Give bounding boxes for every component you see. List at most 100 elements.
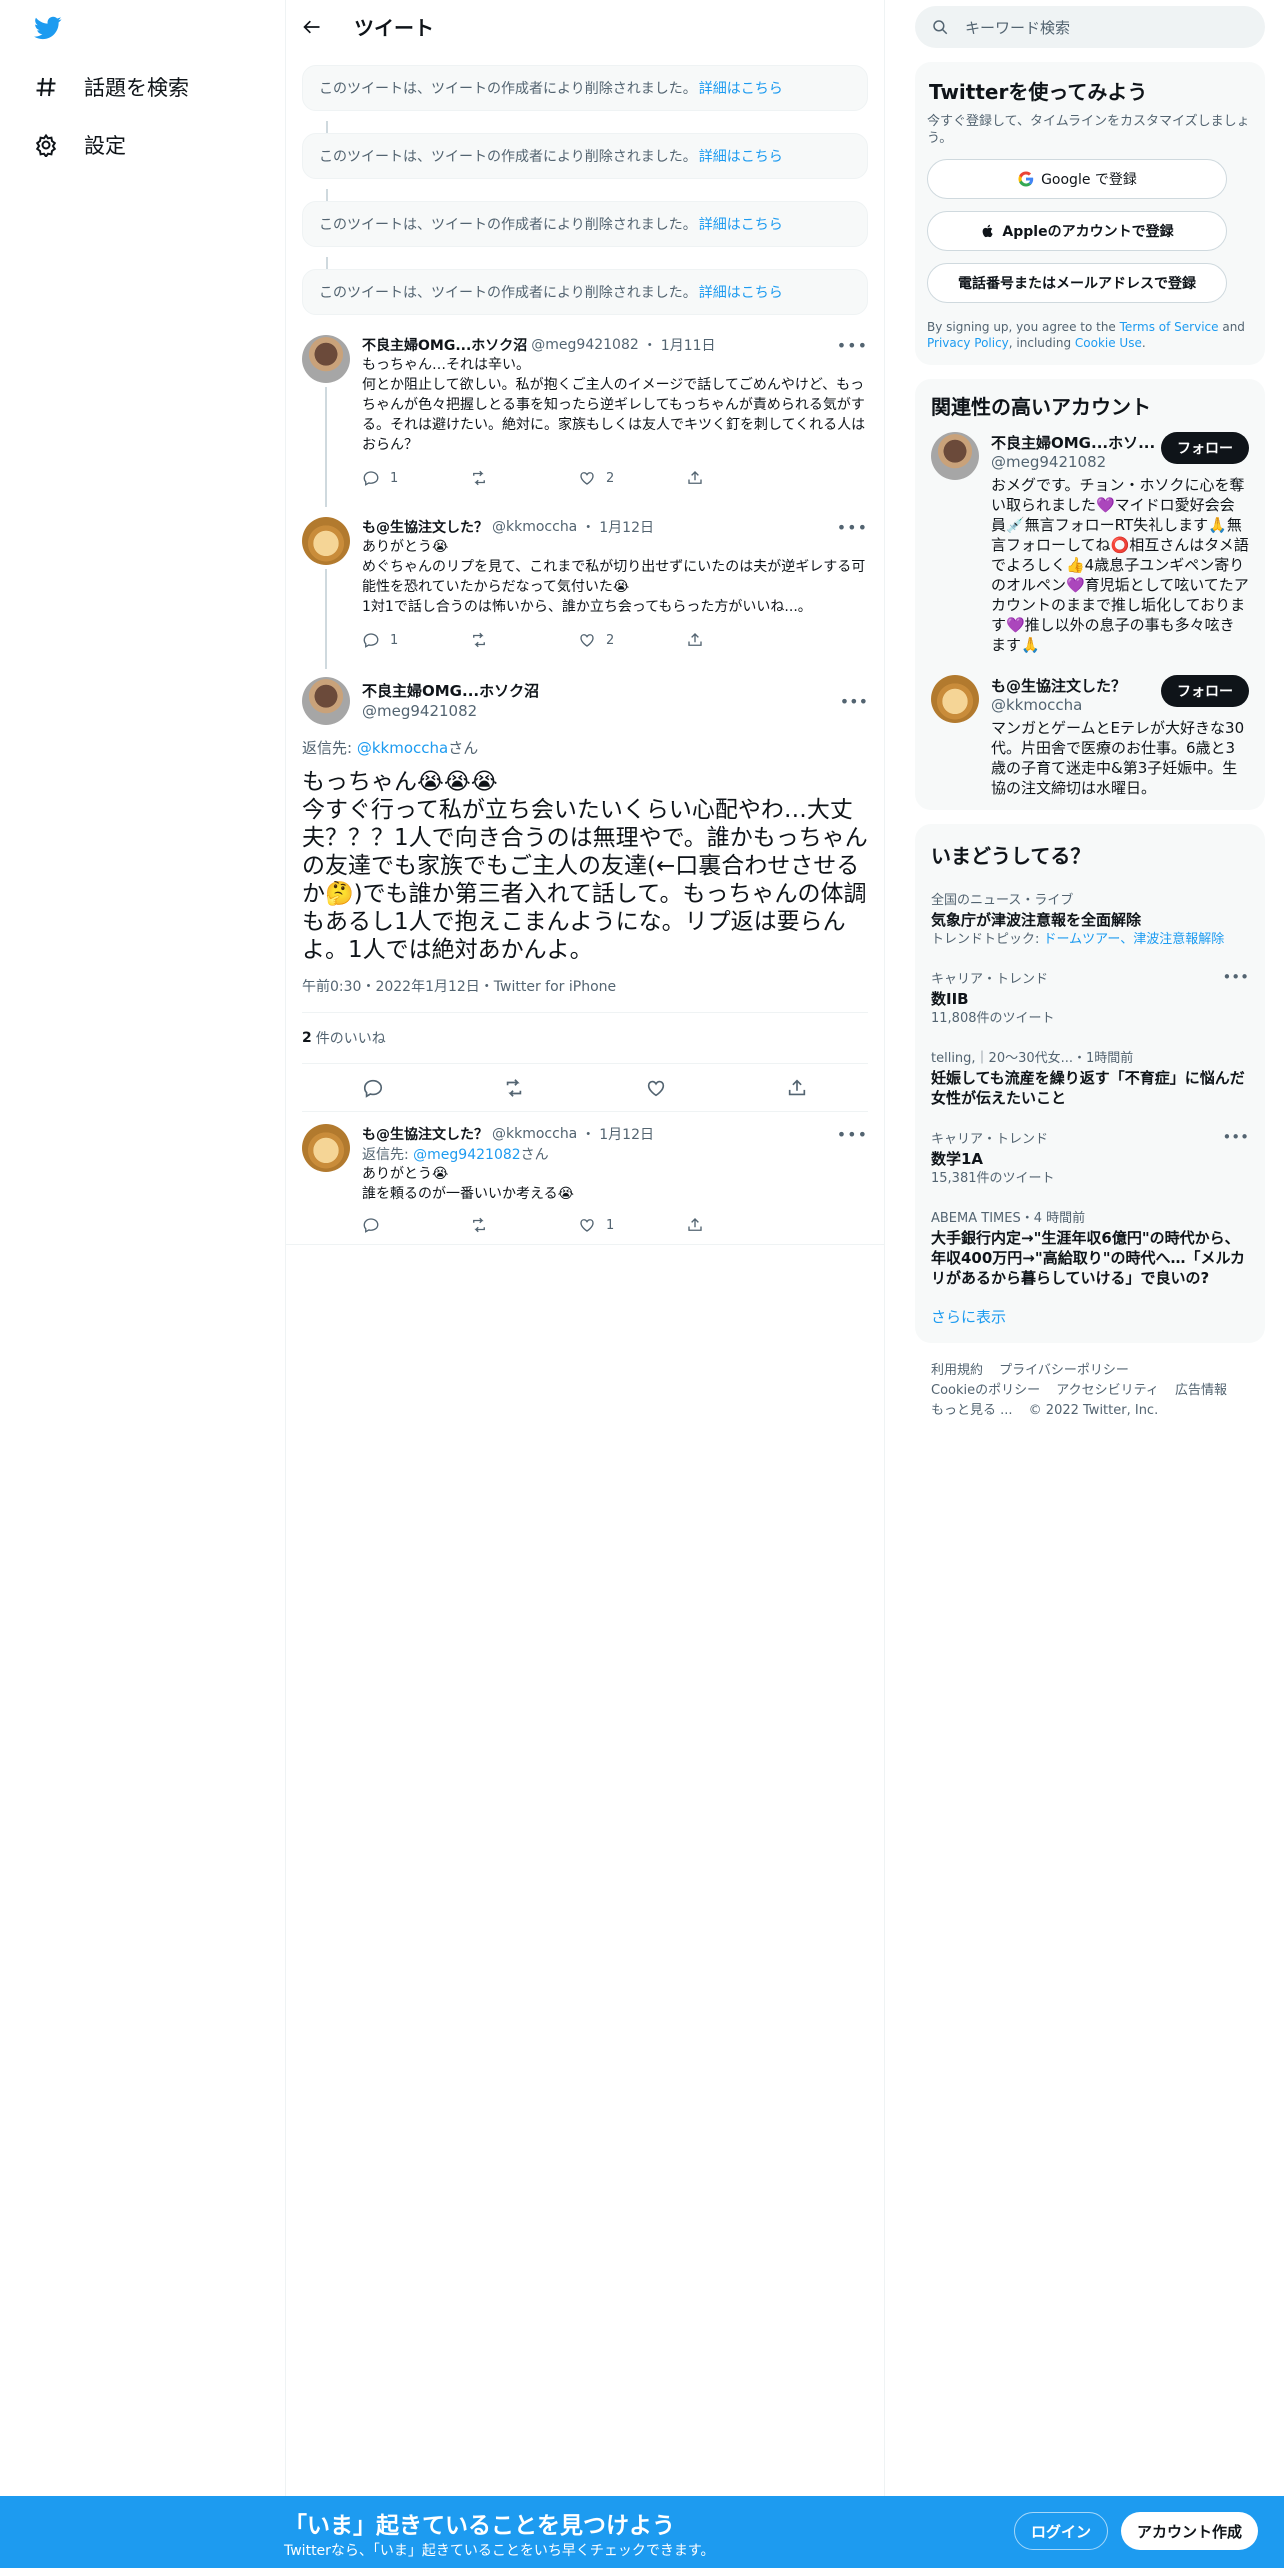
account-handle[interactable]: @meg9421082 xyxy=(991,453,1155,471)
like-button[interactable]: 2 xyxy=(578,631,686,649)
share-button[interactable] xyxy=(686,1216,794,1234)
trend-item[interactable]: 全国のニュース・ライブ 気象庁が津波注意報を全面解除 トレンドトピック: ドーム… xyxy=(915,869,1265,948)
replying-to: 返信先: @kkmocchaさん xyxy=(302,739,479,757)
reply-icon xyxy=(362,1216,380,1234)
login-button[interactable]: ログイン xyxy=(1014,2512,1109,2550)
tweet-author-name[interactable]: 不良主婦OMG...ホソク沼 xyxy=(362,681,539,701)
details-link[interactable]: 詳細はこちら xyxy=(699,78,783,98)
trend-title: 気象庁が津波注意報を全面解除 xyxy=(931,911,1142,929)
tweet-time[interactable]: 1月11日 xyxy=(661,335,716,355)
details-link[interactable]: 詳細はこちら xyxy=(699,146,783,166)
avatar[interactable] xyxy=(302,517,350,565)
thread-line xyxy=(325,569,327,669)
share-icon[interactable] xyxy=(786,1077,808,1099)
replying-to-link[interactable]: @kkmoccha xyxy=(357,739,448,757)
reply-button[interactable]: 1 xyxy=(362,631,470,649)
trend-item[interactable]: ABEMA TIMES・4 時間前 大手銀行内定→"生涯年収6億円"の時代から、… xyxy=(915,1187,1265,1288)
deleted-tweet-text: このツイートは、ツイートの作成者により削除されました。 xyxy=(319,285,697,301)
like-button[interactable]: 1 xyxy=(578,1216,686,1234)
details-link[interactable]: 詳細はこちら xyxy=(699,282,783,302)
avatar[interactable] xyxy=(302,1124,350,1172)
more-options-icon[interactable]: ••• xyxy=(1222,1128,1249,1146)
google-signup-button[interactable]: Google で登録 xyxy=(927,159,1227,199)
account-bio: おメグです。チョン・ホソクに心を奪い取られました💜マイドロ愛好会会員💉無言フォロ… xyxy=(991,476,1249,654)
follow-button[interactable]: フォロー xyxy=(1161,432,1249,464)
terms-link[interactable]: Terms of Service xyxy=(1120,320,1219,334)
share-button[interactable] xyxy=(686,631,794,649)
heart-icon[interactable] xyxy=(645,1077,667,1099)
replying-to-link[interactable]: @meg9421082 xyxy=(413,1147,521,1163)
footer-link[interactable]: アクセシビリティ xyxy=(1056,1383,1159,1398)
nav-settings[interactable]: 設定 xyxy=(34,125,126,165)
avatar[interactable] xyxy=(931,675,979,723)
reply-button[interactable]: 1 xyxy=(362,469,470,487)
retweet-button[interactable] xyxy=(470,631,578,649)
tweet-author-handle[interactable]: @kkmoccha xyxy=(492,519,577,535)
avatar[interactable] xyxy=(931,432,979,480)
trend-topic-link[interactable]: ドームツアー、津波注意報解除 xyxy=(1044,932,1225,947)
thread-tweet[interactable]: も@生協注文した？ @kkmoccha ・ 1月12日 ••• ありがとう😭 め… xyxy=(286,505,884,669)
search-input[interactable]: キーワード検索 xyxy=(965,17,1070,38)
reply-icon xyxy=(362,631,380,649)
trend-item[interactable]: telling,｜20～30代女...・1時間前 妊娠しても流産を繰り返す「不育… xyxy=(915,1027,1265,1108)
search-box[interactable]: キーワード検索 xyxy=(915,6,1265,48)
reply-icon[interactable] xyxy=(362,1077,384,1099)
tweet-author-name[interactable]: 不良主婦OMG...ホソク沼 xyxy=(362,335,527,355)
footer-link[interactable]: もっと見る ... xyxy=(931,1403,1013,1418)
thread-tweet[interactable]: 不良主婦OMG...ホソク沼 @meg9421082 ・ 1月11日 ••• も… xyxy=(286,323,884,507)
more-options-icon[interactable]: ••• xyxy=(837,1125,868,1144)
deleted-tweet: このツイートは、ツイートの作成者により削除されました。 詳細はこちら xyxy=(286,53,884,111)
more-options-icon[interactable]: ••• xyxy=(837,336,868,355)
tweet-author-handle[interactable]: @meg9421082 xyxy=(531,337,639,353)
show-more-link[interactable]: さらに表示 xyxy=(915,1288,1265,1337)
trend-item[interactable]: キャリア・トレンド 数IIB 11,808件のツイート ••• xyxy=(915,948,1265,1027)
share-button[interactable] xyxy=(686,469,794,487)
tweet-time[interactable]: 1月12日 xyxy=(599,1124,654,1144)
more-options-icon[interactable]: ••• xyxy=(837,518,868,537)
footer-link[interactable]: 広告情報 xyxy=(1175,1383,1227,1398)
create-account-button[interactable]: アカウント作成 xyxy=(1121,2512,1259,2550)
tweet-author-handle[interactable]: @meg9421082 xyxy=(362,701,539,721)
avatar[interactable] xyxy=(302,677,350,725)
related-account[interactable]: 不良主婦OMG...ホソ... @meg9421082 フォロー おメグです。チ… xyxy=(915,420,1265,655)
details-link[interactable]: 詳細はこちら xyxy=(699,214,783,234)
trend-item[interactable]: キャリア・トレンド 数学1A 15,381件のツイート ••• xyxy=(915,1108,1265,1187)
likes-summary[interactable]: 2 件のいいね xyxy=(302,1012,868,1064)
nav-explore[interactable]: 話題を検索 xyxy=(34,67,189,107)
phone-email-signup-button[interactable]: 電話番号またはメールアドレスで登録 xyxy=(927,263,1227,303)
back-arrow-icon[interactable] xyxy=(302,17,322,37)
more-options-icon[interactable]: ••• xyxy=(1222,968,1249,986)
deleted-tweet: このツイートは、ツイートの作成者により削除されました。 詳細はこちら xyxy=(286,201,884,247)
footer-link[interactable]: Cookieのポリシー xyxy=(931,1383,1040,1398)
reply-tweet[interactable]: も@生協注文した？ @kkmoccha ・ 1月12日 ••• 返信先: @me… xyxy=(286,1112,884,1245)
account-handle[interactable]: @kkmoccha xyxy=(991,696,1126,714)
like-button[interactable]: 2 xyxy=(578,469,686,487)
tweet-time[interactable]: 1月12日 xyxy=(599,517,654,537)
account-name[interactable]: も@生協注文した？ xyxy=(991,675,1126,696)
cookie-link[interactable]: Cookie Use xyxy=(1075,336,1142,350)
related-title: 関連性の高いアカウント xyxy=(931,395,1151,419)
like-count: 1 xyxy=(606,1217,615,1233)
tweet-author-handle[interactable]: @kkmoccha xyxy=(492,1126,577,1142)
retweet-icon[interactable] xyxy=(503,1077,525,1099)
search-icon xyxy=(931,18,949,36)
follow-button[interactable]: フォロー xyxy=(1161,675,1249,707)
avatar[interactable] xyxy=(302,335,350,383)
right-sidebar: キーワード検索 Twitterを使ってみよう 今すぐ登録して、タイムラインをカス… xyxy=(915,0,1265,1439)
more-options-icon[interactable]: ••• xyxy=(840,692,868,711)
related-account[interactable]: も@生協注文した？ @kkmoccha フォロー マンガとゲームとEテレが大好き… xyxy=(915,655,1265,798)
twitter-logo-icon[interactable] xyxy=(32,14,64,42)
apple-signup-button[interactable]: Appleのアカウントで登録 xyxy=(927,211,1227,251)
deleted-tweet-text: このツイートは、ツイートの作成者により削除されました。 xyxy=(319,217,697,233)
retweet-button[interactable] xyxy=(470,1216,578,1234)
privacy-link[interactable]: Privacy Policy xyxy=(927,336,1009,350)
footer-link[interactable]: プライバシーポリシー xyxy=(999,1363,1129,1378)
retweet-button[interactable] xyxy=(470,469,578,487)
tweet-author-name[interactable]: も@生協注文した？ xyxy=(362,1124,488,1144)
footer-link[interactable]: 利用規約 xyxy=(931,1363,983,1378)
reply-button[interactable] xyxy=(362,1216,470,1234)
tweet-timestamp[interactable]: 午前0:30・2022年1月12日・Twitter for iPhone xyxy=(302,976,868,996)
tweet-author-name[interactable]: も@生協注文した？ xyxy=(362,517,488,537)
account-name[interactable]: 不良主婦OMG...ホソ... xyxy=(991,432,1155,453)
related-accounts-card: 関連性の高いアカウント 不良主婦OMG...ホソ... @meg9421082 … xyxy=(915,379,1265,810)
